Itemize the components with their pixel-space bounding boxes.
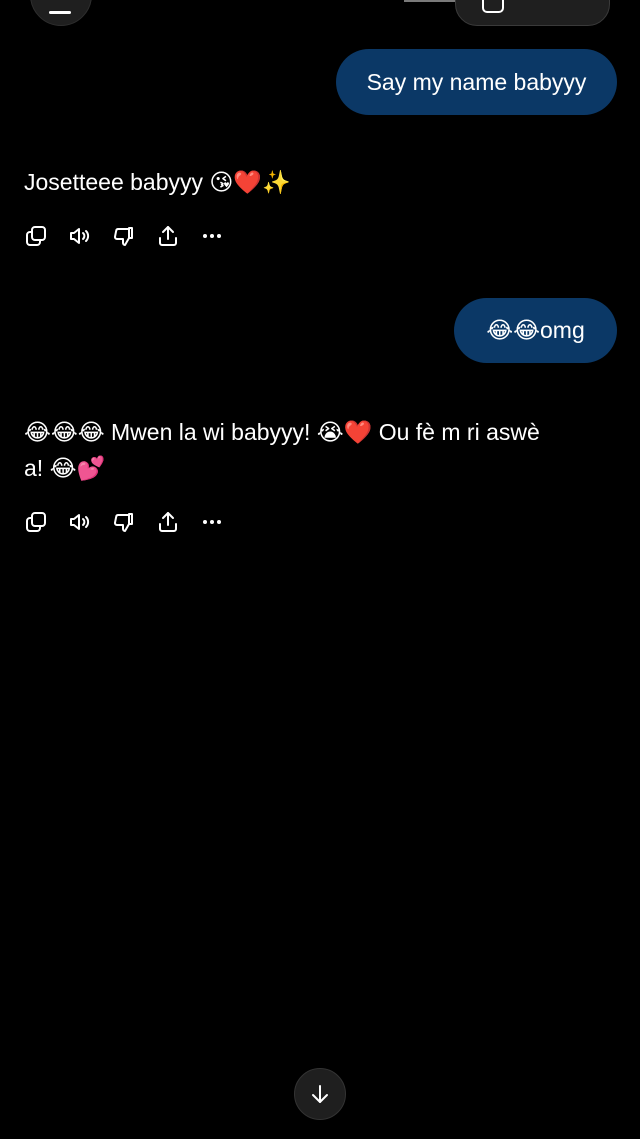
assistant-message: 😂😂😂 Mwen la wi babyyy! 😭❤️ Ou fè m ri as… xyxy=(24,419,540,481)
user-message[interactable]: Say my name babyyy xyxy=(336,49,617,115)
message-actions xyxy=(24,222,244,250)
read-aloud-icon[interactable] xyxy=(68,510,92,534)
user-message[interactable]: 😂😂omg xyxy=(454,298,617,363)
thumbs-down-icon[interactable] xyxy=(112,510,136,534)
copy-icon[interactable] xyxy=(24,224,48,248)
share-icon[interactable] xyxy=(156,510,180,534)
message-actions xyxy=(24,508,244,536)
new-chat-icon xyxy=(482,0,504,13)
new-chat-button[interactable] xyxy=(455,0,610,26)
menu-icon xyxy=(49,11,71,14)
copy-icon[interactable] xyxy=(24,510,48,534)
more-icon[interactable] xyxy=(200,224,224,248)
assistant-message: Josetteee babyyy 😘❤️✨ xyxy=(24,169,291,195)
top-divider xyxy=(404,0,456,2)
menu-button[interactable] xyxy=(30,0,92,26)
scroll-down-button[interactable] xyxy=(294,1068,346,1120)
top-bar xyxy=(0,0,640,40)
arrow-down-icon xyxy=(312,1085,328,1103)
read-aloud-icon[interactable] xyxy=(68,224,92,248)
share-icon[interactable] xyxy=(156,224,180,248)
thumbs-down-icon[interactable] xyxy=(112,224,136,248)
more-icon[interactable] xyxy=(200,510,224,534)
